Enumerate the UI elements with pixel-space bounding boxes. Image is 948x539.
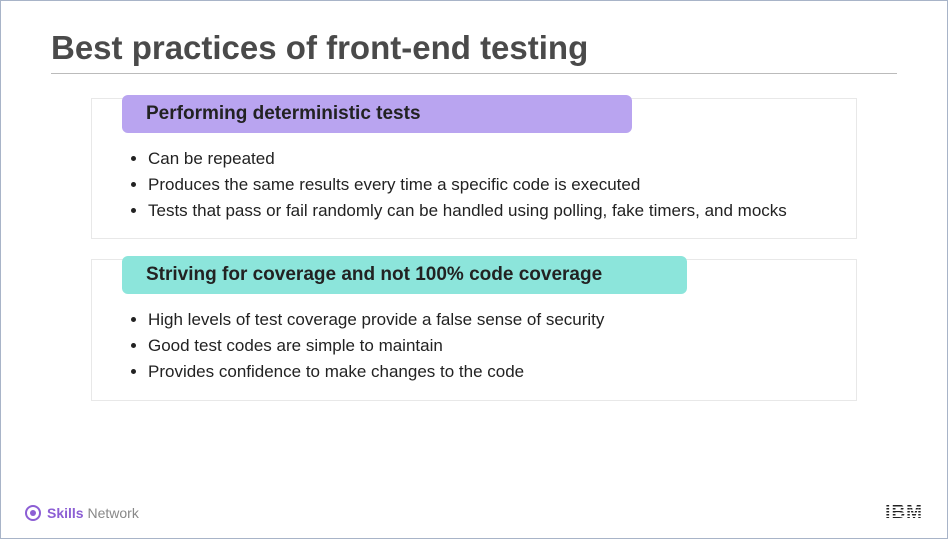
footer: Skills Network IBM — [25, 502, 923, 524]
section-body: High levels of test coverage provide a f… — [92, 308, 856, 399]
skills-network-text: Skills Network — [47, 505, 139, 521]
bullet-list: Can be repeated Produces the same result… — [124, 147, 828, 222]
bullet-list: High levels of test coverage provide a f… — [124, 308, 828, 383]
list-item: Tests that pass or fail randomly can be … — [148, 199, 828, 223]
list-item: Produces the same results every time a s… — [148, 173, 828, 197]
list-item: Good test codes are simple to maintain — [148, 334, 828, 358]
section-heading: Striving for coverage and not 100% code … — [122, 256, 687, 294]
list-item: Can be repeated — [148, 147, 828, 171]
list-item: Provides confidence to make changes to t… — [148, 360, 828, 384]
list-item: High levels of test coverage provide a f… — [148, 308, 828, 332]
ibm-logo: IBM — [885, 502, 923, 524]
slide-title: Best practices of front-end testing — [51, 29, 897, 74]
section-body: Can be repeated Produces the same result… — [92, 147, 856, 238]
section-coverage: Striving for coverage and not 100% code … — [91, 259, 857, 400]
section-deterministic: Performing deterministic tests Can be re… — [91, 98, 857, 239]
section-heading: Performing deterministic tests — [122, 95, 632, 133]
skills-network-icon — [25, 505, 41, 521]
skills-network-brand: Skills Network — [25, 505, 139, 521]
